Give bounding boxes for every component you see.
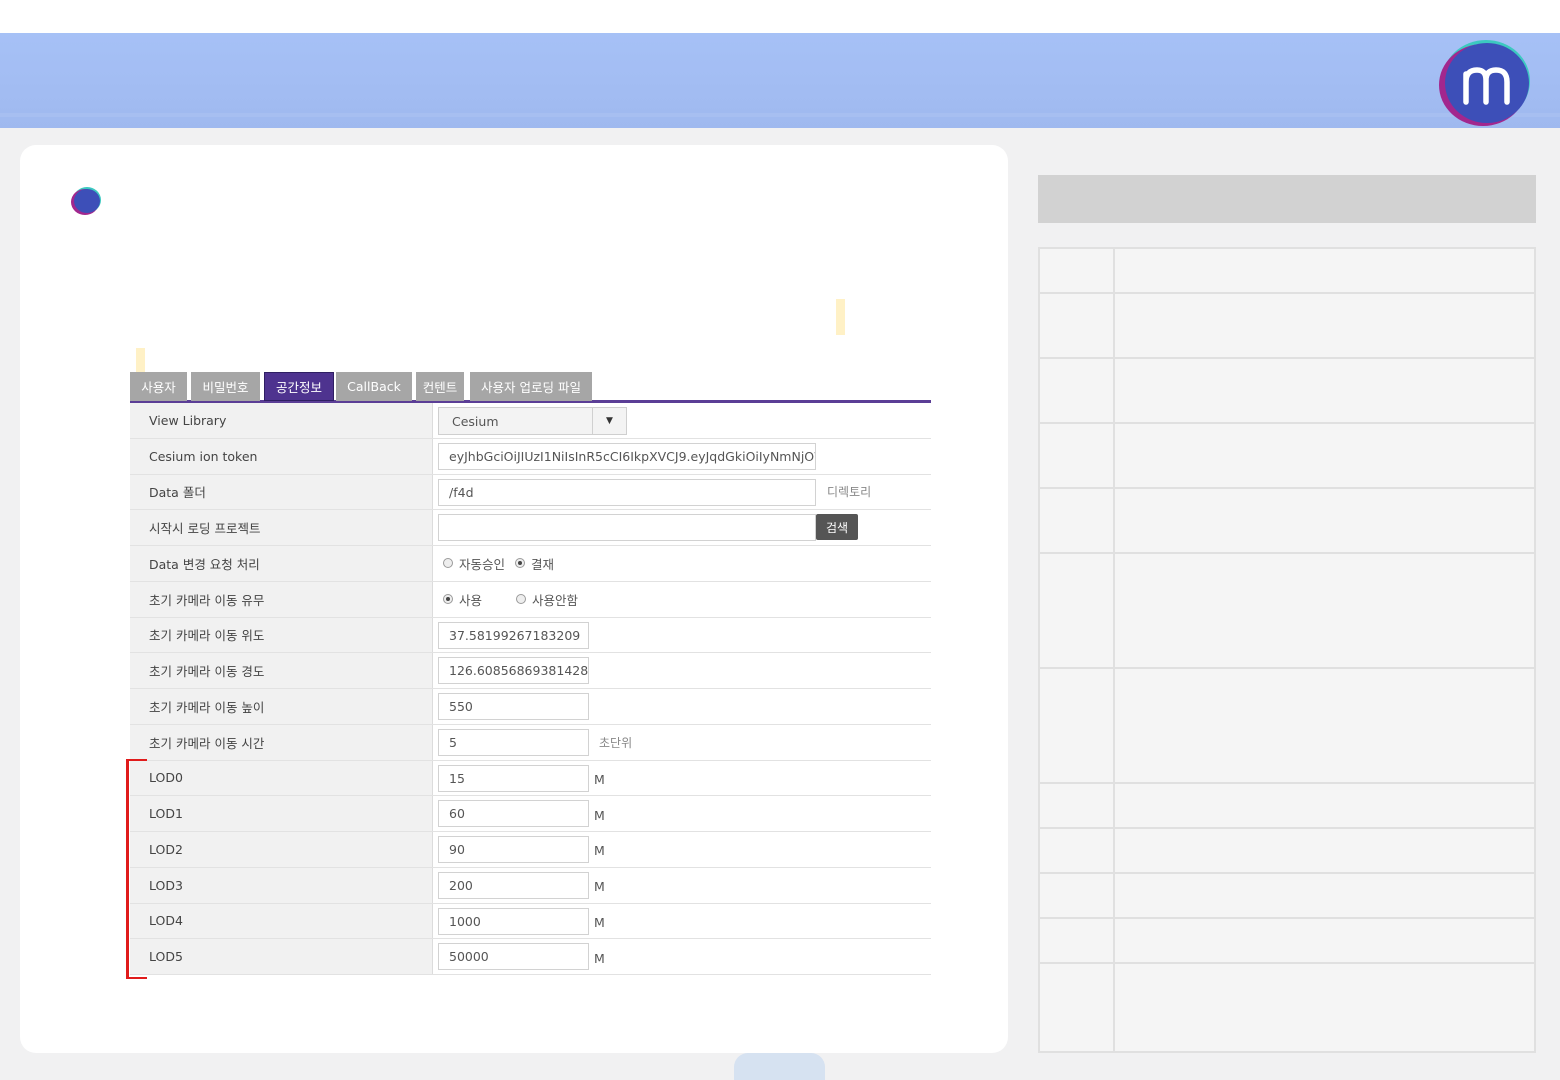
- camera-lat-input[interactable]: 37.58199267183209: [438, 621, 589, 649]
- data-folder-input[interactable]: /f4d: [438, 478, 816, 506]
- lod-row: LOD0 15 M: [130, 760, 931, 797]
- chevron-down-icon: ▼: [592, 408, 626, 434]
- lod-row: LOD2 90 M: [130, 832, 931, 868]
- radio-approval[interactable]: 결재: [515, 546, 554, 581]
- lod-unit: M: [594, 879, 605, 895]
- highlight-marker: [836, 299, 845, 335]
- form-row: Cesium ion token eyJhbGciOiJIUzI1NiIsInR…: [130, 438, 931, 475]
- description-table-header: [1038, 175, 1536, 223]
- form-row: 초기 카메라 이동 경도 126.60856869381428: [130, 653, 931, 689]
- lod-label: LOD1: [130, 796, 433, 831]
- lod-input[interactable]: 50000: [438, 943, 589, 971]
- lod-input[interactable]: 200: [438, 871, 589, 899]
- description-row: [1040, 784, 1534, 829]
- description-row: [1040, 874, 1534, 919]
- camera-time-suffix: 초단위: [599, 735, 633, 750]
- lod-label: LOD2: [130, 832, 433, 867]
- lod-row: LOD3 200 M: [130, 867, 931, 904]
- description-row: [1040, 489, 1534, 554]
- tab-user-upload[interactable]: 사용자 업로딩 파일: [470, 372, 592, 401]
- start-project-input[interactable]: [438, 514, 816, 542]
- camera-time-input[interactable]: 5: [438, 728, 589, 756]
- radio-icon: [443, 558, 453, 569]
- camera-height-input[interactable]: 550: [438, 693, 589, 720]
- tab-user[interactable]: 사용자: [130, 372, 187, 401]
- radio-label: 사용안함: [532, 592, 579, 608]
- camera-time-label: 초기 카메라 이동 시간: [130, 724, 433, 760]
- description-row: [1040, 554, 1534, 669]
- data-folder-label: Data 폴더: [130, 474, 433, 510]
- lod-input[interactable]: 1000: [438, 907, 589, 935]
- description-row: [1040, 249, 1534, 294]
- radio-not-use[interactable]: 사용안함: [516, 582, 578, 617]
- tab-content[interactable]: 컨텐트: [416, 372, 464, 401]
- description-table: [1038, 247, 1536, 1053]
- form-row: Data 폴더 /f4d 디렉토리: [130, 474, 931, 511]
- lod-row: LOD5 50000 M: [130, 939, 931, 975]
- lod-unit: M: [594, 807, 605, 823]
- form-row: View Library Cesium ▼: [130, 403, 931, 439]
- lod-unit: M: [594, 950, 605, 966]
- description-row: [1040, 919, 1534, 964]
- form-row: 초기 카메라 이동 위도 37.58199267183209: [130, 617, 931, 654]
- geo-settings-form: View Library Cesium ▼ Cesium ion token e…: [130, 403, 931, 975]
- view-library-label: View Library: [130, 403, 433, 438]
- radio-icon: [515, 558, 525, 569]
- description-row: [1040, 669, 1534, 784]
- description-row: [1040, 829, 1534, 874]
- brand-logo: [1437, 40, 1531, 126]
- radio-auto-approve[interactable]: 자동승인: [443, 546, 505, 581]
- radio-icon: [516, 594, 526, 605]
- camera-lon-label: 초기 카메라 이동 경도: [130, 653, 433, 688]
- lod-label: LOD0: [130, 760, 433, 796]
- lod-label: LOD3: [130, 867, 433, 903]
- view-library-select[interactable]: Cesium ▼: [438, 407, 627, 435]
- radio-label: 사용: [459, 592, 483, 608]
- top-margin: [0, 0, 1560, 33]
- header-bar: [0, 33, 1560, 128]
- tab-password[interactable]: 비밀번호: [191, 372, 260, 401]
- lod-highlight-bracket: [126, 759, 147, 979]
- form-row: 초기 카메라 이동 높이 550: [130, 689, 931, 725]
- cesium-token-input[interactable]: eyJhbGciOiJIUzI1NiIsInR5cCI6IkpXVCJ9.eyJ…: [438, 442, 816, 470]
- section-bullet-icon: [70, 186, 102, 216]
- radio-icon: [443, 594, 453, 605]
- camera-height-label: 초기 카메라 이동 높이: [130, 689, 433, 724]
- tab-callback[interactable]: CallBack: [336, 372, 412, 401]
- search-button[interactable]: 검색: [816, 514, 858, 541]
- form-row: 초기 카메라 이동 유무 사용 사용안함: [130, 581, 931, 618]
- description-row: [1040, 359, 1534, 424]
- lod-input[interactable]: 60: [438, 800, 589, 828]
- lod-label: LOD4: [130, 903, 433, 939]
- camera-lon-input[interactable]: 126.60856869381428: [438, 657, 589, 685]
- lod-row: LOD1 60 M: [130, 796, 931, 832]
- camera-move-label: 초기 카메라 이동 유무: [130, 581, 433, 617]
- header-stripe: [0, 113, 1560, 117]
- lod-label: LOD5: [130, 939, 433, 974]
- description-row: [1040, 424, 1534, 489]
- lod-unit: M: [594, 843, 605, 859]
- data-folder-suffix: 디렉토리: [827, 485, 872, 500]
- start-project-label: 시작시 로딩 프로젝트: [130, 510, 433, 545]
- view-library-value: Cesium: [452, 413, 499, 429]
- camera-lat-label: 초기 카메라 이동 위도: [130, 617, 433, 653]
- description-row: [1040, 964, 1534, 1051]
- lod-unit: M: [594, 771, 605, 787]
- form-row: 초기 카메라 이동 시간 5 초단위: [130, 724, 931, 761]
- form-row: 시작시 로딩 프로젝트 검색: [130, 510, 931, 546]
- radio-label: 자동승인: [459, 556, 506, 572]
- cesium-token-label: Cesium ion token: [130, 438, 433, 474]
- radio-label: 결재: [531, 556, 555, 572]
- lod-input[interactable]: 90: [438, 836, 589, 863]
- radio-use[interactable]: 사용: [443, 582, 482, 617]
- form-row: Data 변경 요청 처리 자동승인 결재: [130, 546, 931, 582]
- page-indicator: [734, 1053, 825, 1080]
- lod-row: LOD4 1000 M: [130, 903, 931, 940]
- settings-tabs: 사용자 비밀번호 공간정보 CallBack 컨텐트 사용자 업로딩 파일: [130, 370, 931, 403]
- description-row: [1040, 294, 1534, 359]
- lod-unit: M: [594, 914, 605, 930]
- data-change-label: Data 변경 요청 처리: [130, 546, 433, 581]
- tab-geo-info[interactable]: 공간정보: [264, 372, 334, 401]
- lod-input[interactable]: 15: [438, 764, 589, 792]
